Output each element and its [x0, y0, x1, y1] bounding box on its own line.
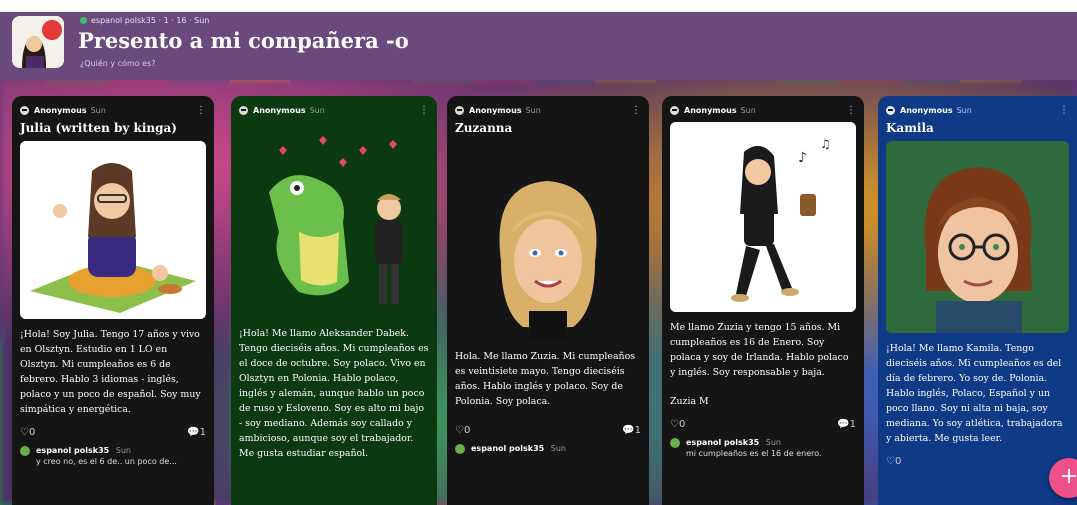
page-subtitle: ¿Quién y cómo es?	[80, 59, 156, 68]
post-reactions: ♡0 💬1	[670, 419, 856, 430]
heart-icon: ♡	[886, 456, 895, 467]
kebab-menu-icon[interactable]: ⋮	[846, 105, 856, 116]
post-author: Anonymous	[684, 105, 737, 115]
post-title: Julia (written by kinga)	[20, 121, 177, 135]
post-meta: Anonymous Sun ⋮	[239, 104, 429, 116]
comment-icon: 💬	[622, 425, 635, 436]
post-reactions: ♡0	[886, 456, 1069, 467]
bitmoji-walking-image: ♪ ♫	[670, 122, 856, 312]
board-avatar[interactable]	[12, 16, 64, 68]
post-author: Anonymous	[900, 105, 953, 115]
kebab-menu-icon[interactable]: ⋮	[631, 105, 641, 116]
comment: espanol polsk35 Sun	[455, 444, 641, 454]
anonymous-avatar-icon	[239, 105, 248, 115]
post-card-aleksander[interactable]: Anonymous Sun ⋮ ¡Hola! Me llamo Aleksand…	[231, 96, 437, 505]
comment-text: y creo no, es el 6 de.. un poco de...	[36, 457, 177, 466]
post-author: Anonymous	[253, 105, 306, 115]
comment-button[interactable]: 💬1	[187, 427, 206, 438]
comment: espanol polsk35 Sun y creo no, es el 6 d…	[20, 446, 206, 466]
page-title: Presento a mi compañera -o	[78, 28, 409, 53]
post-body: ¡Hola! Me llamo Aleksander Dabek. Tengo …	[239, 328, 429, 459]
post-time: Sun	[525, 105, 541, 115]
post-signature: Zuzia M	[670, 396, 709, 407]
heart-icon: ♡	[20, 427, 29, 438]
post-card-zuzanna[interactable]: Anonymous Sun ⋮ Zuzanna Hola. Me llamo Z…	[447, 96, 649, 505]
post-meta: Anonymous Sun ⋮	[886, 104, 1069, 116]
like-button[interactable]: ♡0	[455, 425, 470, 436]
post-meta: Anonymous Sun ⋮	[20, 104, 206, 116]
author-status-icon	[80, 17, 87, 24]
post-time: Sun	[956, 105, 972, 115]
anonymous-avatar-icon	[20, 105, 29, 115]
plus-icon: +	[1059, 464, 1077, 489]
comment-icon: 💬	[837, 419, 850, 430]
post-reactions: ♡0 💬1	[20, 427, 206, 438]
board-header: espanol polsk35 · 1 · 16 · Sun Presento …	[0, 0, 1077, 80]
post-meta: Anonymous Sun ⋮	[670, 104, 856, 116]
kebab-menu-icon[interactable]: ⋮	[1059, 105, 1069, 116]
padlet-page: espanol polsk35 · 1 · 16 · Sun Presento …	[0, 0, 1077, 505]
post-card-julia[interactable]: Anonymous Sun ⋮ Julia (written by kinga)…	[12, 96, 214, 505]
post-title: Zuzanna	[455, 121, 513, 135]
post-meta: Anonymous Sun ⋮	[455, 104, 641, 116]
comment-button[interactable]: 💬1	[837, 419, 856, 430]
post-title: Kamila	[886, 121, 934, 135]
comment-author: espanol polsk35	[36, 446, 110, 455]
commenter-avatar	[455, 444, 465, 454]
like-button[interactable]: ♡0	[886, 456, 901, 467]
post-reactions: ♡0 💬1	[455, 425, 641, 436]
comment-icon: 💬	[187, 427, 200, 438]
post-body: ¡Hola! Soy Julia. Tengo 17 años y vivo e…	[20, 329, 201, 415]
post-time: Sun	[740, 105, 756, 115]
comment-text: mi cumpleaños es el 16 de enero.	[686, 449, 822, 458]
post-card-kamila[interactable]: Anonymous Sun ⋮ Kamila ¡Hola! Me llamo K…	[878, 96, 1077, 505]
board-avatar-image	[12, 16, 64, 68]
post-image[interactable]	[239, 122, 429, 318]
post-author: Anonymous	[469, 105, 522, 115]
comment-time: Sun	[115, 446, 131, 455]
kebab-menu-icon[interactable]: ⋮	[419, 105, 429, 116]
comment-button[interactable]: 💬1	[622, 425, 641, 436]
svg-text:♫: ♫	[820, 137, 831, 151]
bitmoji-blonde-image	[455, 141, 641, 341]
like-button[interactable]: ♡0	[670, 419, 685, 430]
anonymous-avatar-icon	[455, 105, 464, 115]
anonymous-avatar-icon	[670, 105, 679, 115]
heart-icon: ♡	[455, 425, 464, 436]
heart-icon: ♡	[670, 419, 679, 430]
post-image[interactable]	[455, 141, 641, 341]
post-time: Sun	[309, 105, 325, 115]
post-body: Hola. Me llamo Zuzia. Mi cumpleaños es v…	[455, 351, 636, 407]
comment-time: Sun	[550, 444, 566, 453]
like-button[interactable]: ♡0	[20, 427, 35, 438]
anonymous-avatar-icon	[886, 105, 895, 115]
post-body: ¡Hola! Me llamo Kamila. Tengo dieciséis …	[886, 343, 1063, 444]
comment-time: Sun	[765, 438, 781, 447]
breadcrumb: espanol polsk35 · 1 · 16 · Sun	[80, 16, 209, 25]
commenter-avatar	[670, 438, 680, 448]
bitmoji-crocodile-image	[239, 122, 429, 318]
post-image[interactable]: ♪ ♫	[670, 122, 856, 312]
comment-author: espanol polsk35	[686, 438, 760, 447]
post-card-zuzia[interactable]: Anonymous Sun ⋮ ♪ ♫ Me llamo Zuzia y ten…	[662, 96, 864, 505]
post-image[interactable]	[20, 141, 206, 319]
bitmoji-sitting-image	[20, 141, 206, 319]
post-author: Anonymous	[34, 105, 87, 115]
comment-author: espanol polsk35	[471, 444, 545, 453]
bitmoji-glasses-image	[886, 141, 1069, 333]
post-image[interactable]	[886, 141, 1069, 333]
svg-text:♪: ♪	[798, 150, 807, 166]
post-time: Sun	[90, 105, 106, 115]
kebab-menu-icon[interactable]: ⋮	[196, 105, 206, 116]
comment: espanol polsk35 Sun mi cumpleaños es el …	[670, 438, 856, 458]
post-body: Me llamo Zuzia y tengo 15 años. Mi cumpl…	[670, 322, 849, 378]
commenter-avatar	[20, 446, 30, 456]
